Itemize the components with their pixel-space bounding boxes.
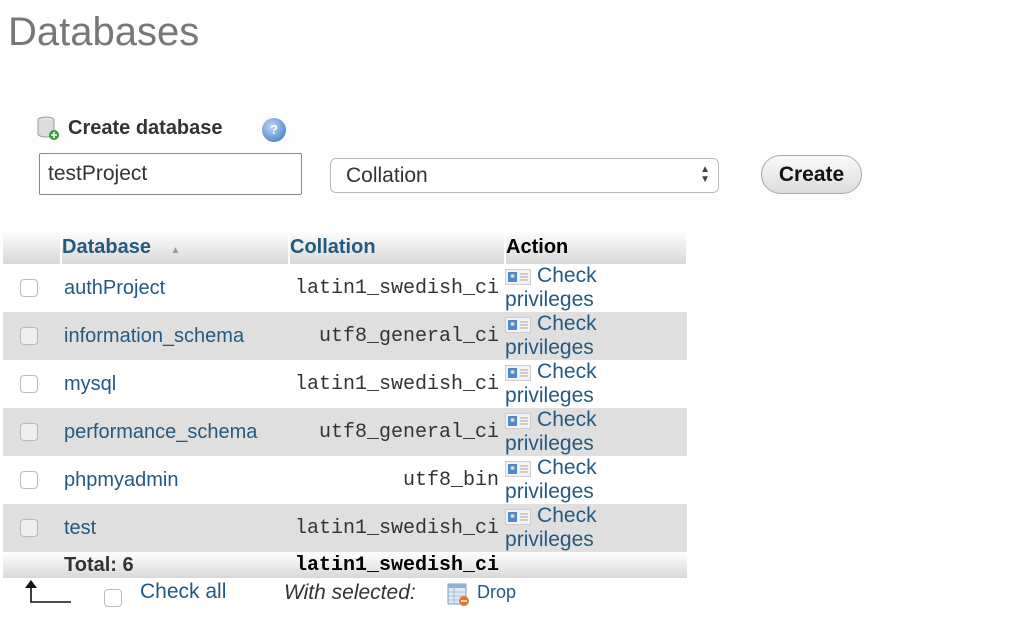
row-checkbox-cell [3, 264, 61, 312]
row-checkbox[interactable] [20, 375, 38, 394]
with-selected-label: With selected: [284, 581, 416, 604]
total-label: Total: 6 [61, 552, 289, 578]
check-privileges-icon[interactable] [505, 316, 532, 333]
row-checkbox[interactable] [20, 423, 38, 442]
action-cell: Check privileges [505, 456, 687, 504]
action-cell: Check privileges [505, 504, 687, 552]
table-row: performance_schema utf8_general_ci Check p… [3, 408, 687, 456]
database-name-cell: phpmyadmin [61, 456, 289, 504]
table-row: authProject latin1_swedish_ci Check privil… [3, 264, 687, 312]
create-database-heading: Create database [36, 114, 223, 142]
table-row: information_schema utf8_general_ci Check p… [3, 312, 687, 360]
collation-select-value: Collation [346, 164, 428, 187]
table-header-row: Database ▲ Collation Action [3, 230, 688, 264]
table-total-row: Total: 6 latin1_swedish_ci [3, 552, 687, 578]
row-checkbox[interactable] [20, 327, 38, 346]
database-link[interactable]: authProject [61, 277, 165, 299]
database-link[interactable]: test [61, 517, 96, 539]
total-collation: latin1_swedish_ci [289, 552, 506, 578]
table-row: test latin1_swedish_ci Check privileges [3, 504, 687, 552]
row-checkbox-cell [3, 456, 61, 504]
create-button[interactable]: Create [761, 155, 862, 194]
sort-asc-icon: ▲ [170, 244, 181, 256]
check-all-checkbox[interactable] [104, 589, 122, 607]
database-name-cell: mysql [61, 360, 289, 408]
check-privileges-icon[interactable] [505, 268, 532, 285]
arrow-up-left-icon [24, 578, 72, 606]
header-database[interactable]: Database ▲ [61, 230, 290, 264]
action-cell: Check privileges [505, 360, 687, 408]
header-database-label[interactable]: Database [62, 236, 151, 258]
database-add-icon [36, 114, 62, 142]
database-name-input[interactable] [39, 153, 302, 195]
collation-cell: latin1_swedish_ci [289, 264, 506, 312]
help-icon[interactable]: ? [262, 118, 286, 142]
row-checkbox[interactable] [20, 471, 38, 490]
header-action: Action [505, 230, 688, 264]
collation-cell: utf8_bin [289, 456, 506, 504]
total-empty-cell [3, 552, 61, 578]
action-cell: Check privileges [505, 264, 687, 312]
select-arrows-icon: ▲ ▼ [700, 164, 710, 185]
total-action-cell [505, 552, 687, 578]
check-privileges-icon[interactable] [505, 460, 532, 477]
database-name-cell: authProject [61, 264, 289, 312]
check-privileges-icon[interactable] [505, 508, 532, 525]
action-cell: Check privileges [505, 312, 687, 360]
collation-cell: utf8_general_ci [289, 408, 506, 456]
header-checkbox-column [3, 230, 62, 264]
database-link[interactable]: performance_schema [61, 421, 257, 443]
table-row: mysql latin1_swedish_ci Check privileges [3, 360, 687, 408]
row-checkbox[interactable] [20, 519, 38, 538]
row-checkbox-cell [3, 504, 61, 552]
drop-link[interactable]: Drop [477, 582, 516, 603]
table-row: phpmyadmin utf8_bin Check privileges [3, 456, 687, 504]
create-database-label: Create database [68, 116, 223, 139]
database-link[interactable]: information_schema [61, 325, 244, 347]
databases-table: Database ▲ Collation Action authProject l… [3, 230, 688, 578]
drop-table-icon[interactable] [447, 583, 471, 607]
check-all-link[interactable]: Check all [140, 580, 226, 604]
collation-cell: utf8_general_ci [289, 312, 506, 360]
database-name-cell: information_schema [61, 312, 289, 360]
collation-select[interactable]: Collation ▲ ▼ [330, 158, 719, 193]
collation-cell: latin1_swedish_ci [289, 504, 506, 552]
row-checkbox[interactable] [20, 279, 38, 298]
check-privileges-icon[interactable] [505, 364, 532, 381]
database-link[interactable]: phpmyadmin [61, 469, 179, 491]
table-footer: Check all With selected: Drop [0, 578, 700, 614]
row-checkbox-cell [3, 360, 61, 408]
header-collation[interactable]: Collation [289, 230, 507, 264]
page-title: Databases [8, 10, 200, 54]
database-link[interactable]: mysql [61, 373, 116, 395]
database-name-cell: test [61, 504, 289, 552]
collation-cell: latin1_swedish_ci [289, 360, 506, 408]
check-privileges-icon[interactable] [505, 412, 532, 429]
database-name-cell: performance_schema [61, 408, 289, 456]
row-checkbox-cell [3, 408, 61, 456]
action-cell: Check privileges [505, 408, 687, 456]
row-checkbox-cell [3, 312, 61, 360]
